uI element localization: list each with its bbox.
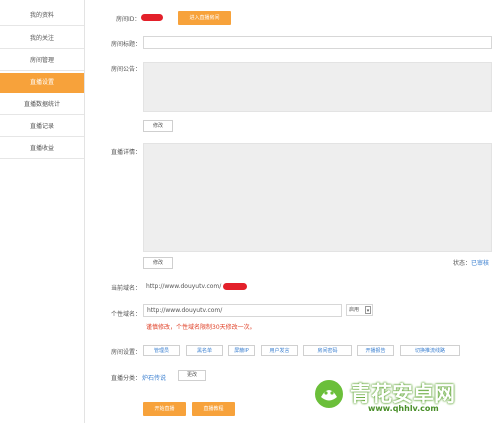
room-settings-label: 房间设置： — [111, 349, 142, 356]
announcement-label: 房间公告： — [111, 66, 142, 73]
custom-domain-input[interactable]: http://www.douyutv.com/ — [143, 304, 342, 317]
settings-button-live-report[interactable]: 开播报告 — [357, 345, 394, 356]
redacted-domain-suffix — [223, 283, 247, 290]
custom-domain-select-value: 启用 — [349, 307, 360, 313]
details-label: 直播详情： — [111, 149, 142, 156]
settings-button-user-speech[interactable]: 用户发言 — [261, 345, 298, 356]
sidebar-item-my-follows[interactable]: 我的关注 — [0, 29, 84, 49]
status-label: 状态： — [453, 260, 472, 267]
settings-button-block-ip[interactable]: 屏蔽IP — [228, 345, 255, 356]
sidebar-item-live-statistics[interactable]: 直播数据统计 — [0, 95, 84, 115]
sidebar: 我的资料 我的关注 房间管理 直播设置 直播数据统计 直播记录 直播收益 — [0, 0, 84, 423]
category-label: 直播分类： — [111, 375, 142, 382]
custom-domain-label: 个性域名： — [111, 311, 142, 318]
status-value: 已审核 — [471, 260, 490, 267]
settings-button-switch-stream-line[interactable]: 切换推流线路 — [400, 345, 460, 356]
sidebar-divider — [84, 0, 85, 423]
sidebar-item-room-management[interactable]: 房间管理 — [0, 51, 84, 71]
status-text: 状态：已审核 — [453, 258, 489, 267]
live-tutorial-button[interactable]: 直播教程 — [192, 402, 235, 416]
room-title-label: 房间标题： — [111, 41, 142, 48]
custom-domain-select[interactable]: 启用 ▾ — [346, 304, 373, 316]
room-title-input[interactable] — [143, 36, 492, 49]
announcement-textarea[interactable] — [143, 62, 492, 112]
chevron-down-icon[interactable]: ▾ — [365, 306, 371, 314]
category-value[interactable]: 炉石传说 — [142, 373, 166, 382]
room-id-label: 房间ID： — [116, 16, 141, 23]
details-textarea[interactable] — [143, 143, 492, 252]
settings-button-room-password[interactable]: 房间密码 — [303, 345, 352, 356]
sidebar-item-live-records[interactable]: 直播记录 — [0, 117, 84, 137]
current-domain-value: http://www.douyutv.com/ — [146, 283, 222, 290]
sidebar-item-live-earnings[interactable]: 直播收益 — [0, 139, 84, 159]
sidebar-item-live-settings[interactable]: 直播设置 — [0, 73, 84, 93]
start-live-button[interactable]: 开始直播 — [143, 402, 186, 416]
settings-button-admins[interactable]: 管理员 — [143, 345, 180, 356]
announcement-edit-button[interactable]: 修改 — [143, 120, 173, 132]
custom-domain-prefix: http://www.douyutv.com/ — [147, 307, 223, 314]
category-change-button[interactable]: 更改 — [178, 370, 206, 381]
details-edit-button[interactable]: 修改 — [143, 257, 173, 269]
current-domain-label: 当前域名： — [111, 285, 142, 292]
enter-room-button[interactable]: 进入直播房间 — [178, 11, 231, 25]
sidebar-item-my-profile[interactable]: 我的资料 — [0, 6, 84, 26]
custom-domain-notice: 谨慎修改，个性域名限制30天修改一次。 — [146, 324, 256, 331]
redacted-room-id — [141, 14, 163, 21]
watermark-logo-icon — [313, 378, 345, 410]
settings-button-blacklist[interactable]: 黑名单 — [186, 345, 223, 356]
watermark-url: www.qhhlv.com — [368, 404, 439, 413]
